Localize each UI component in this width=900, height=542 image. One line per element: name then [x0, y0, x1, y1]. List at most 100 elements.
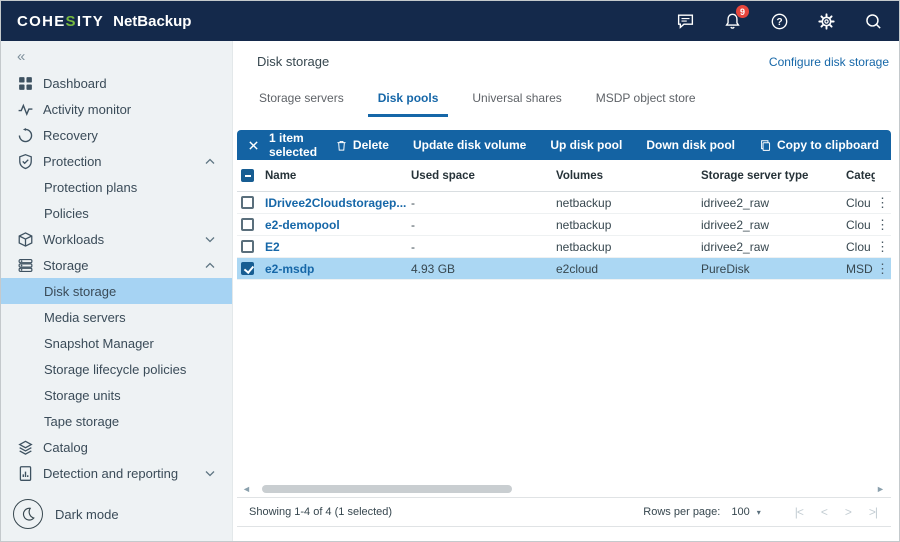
- cell-used-space: -: [411, 196, 556, 210]
- toolbar-actions: Delete Update disk volume Up disk pool D…: [335, 138, 879, 152]
- dashboard-icon: [17, 75, 34, 92]
- sidebar-item-label: Tape storage: [44, 414, 119, 429]
- sidebar-item-workloads[interactable]: Workloads: [1, 226, 232, 252]
- search-icon[interactable]: [863, 11, 883, 31]
- sidebar-item-catalog[interactable]: Catalog: [1, 434, 232, 460]
- dark-mode-toggle[interactable]: Dark mode: [1, 491, 232, 541]
- dark-mode-button[interactable]: [13, 499, 43, 529]
- page-header: Disk storage Configure disk storage: [237, 41, 891, 69]
- scrollbar-thumb[interactable]: [262, 485, 512, 493]
- sidebar-item-protection[interactable]: Protection: [1, 148, 232, 174]
- tab-bar: Storage servers Disk pools Universal sha…: [237, 69, 891, 117]
- rows-per-page-label: Rows per page:: [643, 506, 720, 518]
- disk-pool-name-link[interactable]: e2-demopool: [265, 218, 340, 232]
- activity-icon: [17, 101, 34, 118]
- help-icon[interactable]: ?: [769, 11, 789, 31]
- cell-category: Clou: [846, 240, 875, 254]
- row-actions-menu-icon[interactable]: ⋮: [875, 218, 891, 231]
- selection-toolbar: 1 item selected Delete Update disk volum…: [237, 130, 891, 160]
- row-actions-menu-icon[interactable]: ⋮: [875, 196, 891, 209]
- messages-icon[interactable]: [675, 11, 695, 31]
- dark-mode-label: Dark mode: [55, 507, 119, 522]
- tab-msdp-object-store[interactable]: MSDP object store: [586, 85, 706, 117]
- sidebar-item-recovery[interactable]: Recovery: [1, 122, 232, 148]
- column-header-volumes[interactable]: Volumes: [556, 170, 701, 182]
- sidebar-item-label: Detection and reporting: [43, 466, 178, 481]
- recovery-icon: [17, 127, 34, 144]
- sidebar-item-disk-storage[interactable]: Disk storage: [1, 278, 232, 304]
- scroll-left-icon[interactable]: ◄: [242, 485, 252, 494]
- table-empty-area: [237, 280, 891, 481]
- sidebar-nav: Dashboard Activity monitor Recovery Prot…: [1, 70, 232, 486]
- row-checkbox[interactable]: [241, 240, 254, 253]
- catalog-icon: [17, 439, 34, 456]
- main-content: Disk storage Configure disk storage Stor…: [233, 41, 899, 541]
- rows-per-page-select[interactable]: 100 ▾: [727, 504, 764, 520]
- row-actions-menu-icon[interactable]: ⋮: [875, 240, 891, 253]
- column-header-category[interactable]: Categ: [846, 170, 875, 182]
- table-row-selected[interactable]: e2-msdp 4.93 GB e2cloud PureDisk MSD ⋮: [237, 258, 891, 280]
- down-disk-pool-button[interactable]: Down disk pool: [646, 138, 735, 152]
- tab-storage-servers[interactable]: Storage servers: [249, 85, 354, 117]
- clear-selection-button[interactable]: [248, 138, 259, 152]
- row-checkbox[interactable]: [241, 196, 254, 209]
- sidebar-item-protection-plans[interactable]: Protection plans: [1, 174, 232, 200]
- tab-disk-pools[interactable]: Disk pools: [368, 85, 449, 117]
- cell-storage-server-type: idrivee2_raw: [701, 218, 846, 232]
- sidebar-item-activity-monitor[interactable]: Activity monitor: [1, 96, 232, 122]
- column-header-used-space[interactable]: Used space: [411, 170, 556, 182]
- sidebar: « Dashboard Activity monitor Recovery Pr…: [1, 41, 233, 541]
- cohesity-netbackup-logo: COHESITY NetBackup: [17, 13, 191, 30]
- sidebar-item-label: Policies: [44, 206, 89, 221]
- sidebar-item-media-servers[interactable]: Media servers: [1, 304, 232, 330]
- pager-prev-button[interactable]: <: [821, 505, 827, 519]
- sidebar-item-storage-lifecycle-policies[interactable]: Storage lifecycle policies: [1, 356, 232, 382]
- sidebar-item-label: Workloads: [43, 232, 104, 247]
- sidebar-item-label: Storage units: [44, 388, 121, 403]
- cell-category: Clou: [846, 196, 875, 210]
- report-icon: [17, 465, 34, 482]
- sidebar-item-tape-storage[interactable]: Tape storage: [1, 408, 232, 434]
- scrollbar-track[interactable]: [256, 485, 872, 493]
- sidebar-item-label: Media servers: [44, 310, 126, 325]
- notifications-bell-icon[interactable]: 9: [722, 11, 742, 31]
- table-row[interactable]: e2-demopool - netbackup idrivee2_raw Clo…: [237, 214, 891, 236]
- sidebar-item-detection-and-reporting[interactable]: Detection and reporting: [1, 460, 232, 486]
- settings-gear-icon[interactable]: [816, 11, 836, 31]
- copy-to-clipboard-button[interactable]: Copy to clipboard: [759, 138, 879, 152]
- scroll-right-icon[interactable]: ►: [876, 485, 886, 494]
- configure-disk-storage-link[interactable]: Configure disk storage: [769, 55, 889, 69]
- select-all-checkbox[interactable]: [241, 169, 254, 182]
- table-row[interactable]: IDrivee2Cloudstoragep... - netbackup idr…: [237, 192, 891, 214]
- sidebar-item-storage-units[interactable]: Storage units: [1, 382, 232, 408]
- table-row[interactable]: E2 - netbackup idrivee2_raw Clou ⋮: [237, 236, 891, 258]
- cell-volumes: netbackup: [556, 218, 701, 232]
- sidebar-item-policies[interactable]: Policies: [1, 200, 232, 226]
- sidebar-item-label: Recovery: [43, 128, 98, 143]
- cell-storage-server-type: idrivee2_raw: [701, 240, 846, 254]
- disk-pool-name-link[interactable]: e2-msdp: [265, 262, 314, 276]
- delete-button[interactable]: Delete: [335, 138, 389, 152]
- sidebar-item-storage[interactable]: Storage: [1, 252, 232, 278]
- pager-next-button[interactable]: >: [845, 505, 851, 519]
- table-header: Name Used space Volumes Storage server t…: [237, 160, 891, 192]
- chevron-up-icon: [205, 262, 215, 269]
- row-checkbox[interactable]: [241, 218, 254, 231]
- tab-universal-shares[interactable]: Universal shares: [462, 85, 571, 117]
- disk-pool-name-link[interactable]: IDrivee2Cloudstoragep...: [265, 196, 406, 210]
- pager-first-button[interactable]: |<: [795, 505, 803, 519]
- update-disk-volume-button[interactable]: Update disk volume: [413, 138, 526, 152]
- sidebar-item-snapshot-manager[interactable]: Snapshot Manager: [1, 330, 232, 356]
- logo-text: ITY: [77, 13, 104, 30]
- column-header-name[interactable]: Name: [265, 170, 411, 182]
- row-checkbox-checked[interactable]: [241, 262, 254, 275]
- sidebar-item-dashboard[interactable]: Dashboard: [1, 70, 232, 96]
- row-actions-menu-icon[interactable]: ⋮: [875, 262, 891, 275]
- column-header-storage-server-type[interactable]: Storage server type: [701, 170, 846, 182]
- sidebar-item-label: Disk storage: [44, 284, 116, 299]
- sidebar-item-label: Storage: [43, 258, 89, 273]
- disk-pool-name-link[interactable]: E2: [265, 240, 280, 254]
- pager-last-button[interactable]: >|: [869, 505, 877, 519]
- up-disk-pool-button[interactable]: Up disk pool: [550, 138, 622, 152]
- sidebar-collapse-button[interactable]: «: [1, 41, 232, 70]
